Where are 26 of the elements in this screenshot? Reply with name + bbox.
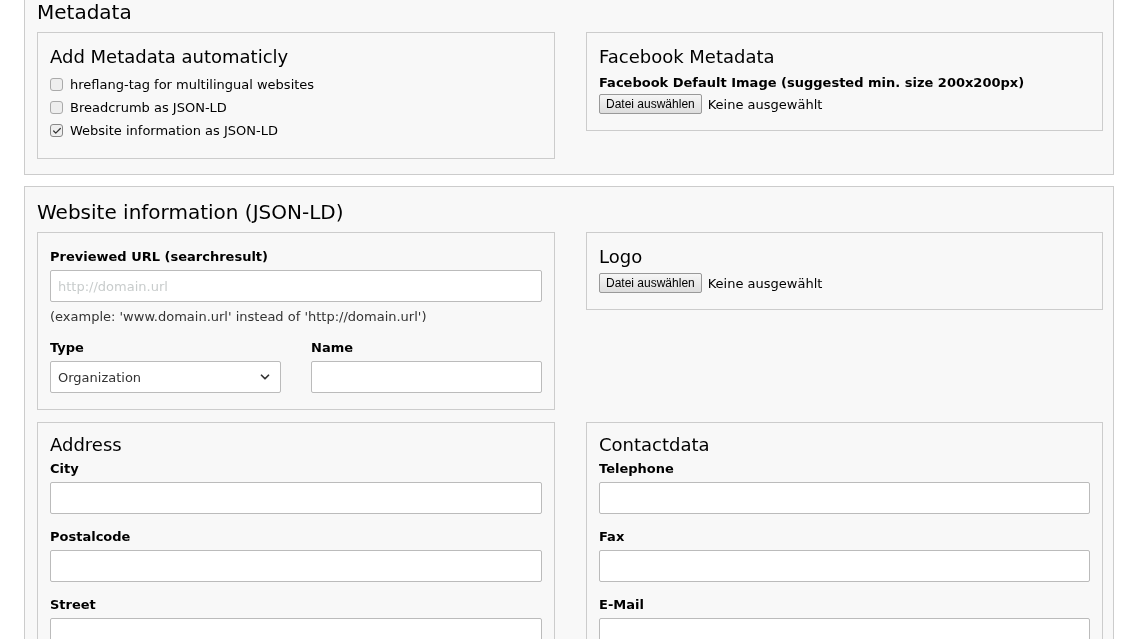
field-label: Fax [599, 529, 626, 544]
hint-text: (example: 'www.domain.url' instead of 'http://domain.url') [50, 309, 428, 324]
section-title: Metadata [37, 0, 133, 24]
checkbox-label: hreflang-tag for multilingual websites [70, 77, 315, 92]
panel-title: Address [50, 433, 123, 457]
field-label: Facebook Default Image (suggested min. size 200x200px) [599, 75, 1026, 90]
checkbox-label: Breadcrumb as JSON-LD [70, 100, 227, 115]
field-label: Type [50, 340, 85, 355]
field-label: City [50, 461, 80, 476]
field-label: E-Mail [599, 597, 645, 612]
section-title: Website information (JSON-LD) [37, 200, 345, 224]
choose-file-button[interactable]: Datei auswählen [599, 273, 702, 293]
choose-file-button[interactable]: Datei auswählen [599, 94, 702, 114]
field-label: Name [311, 340, 354, 355]
file-status: Keine ausgewählt [707, 275, 823, 291]
field-label: Telephone [599, 461, 675, 476]
panel-title: Add Metadata automaticly [50, 45, 290, 69]
panel-title: Contactdata [599, 433, 711, 457]
checkbox-label: Website information as JSON-LD [70, 123, 278, 138]
field-label: Postalcode [50, 529, 132, 544]
file-status: Keine ausgewählt [707, 96, 823, 112]
panel-title: Facebook Metadata [599, 45, 776, 69]
field-label: Street [50, 597, 97, 612]
panel-title: Logo [599, 245, 644, 269]
type-select[interactable]: Organization [50, 361, 281, 393]
field-label: Previewed URL (searchresult) [50, 249, 269, 264]
